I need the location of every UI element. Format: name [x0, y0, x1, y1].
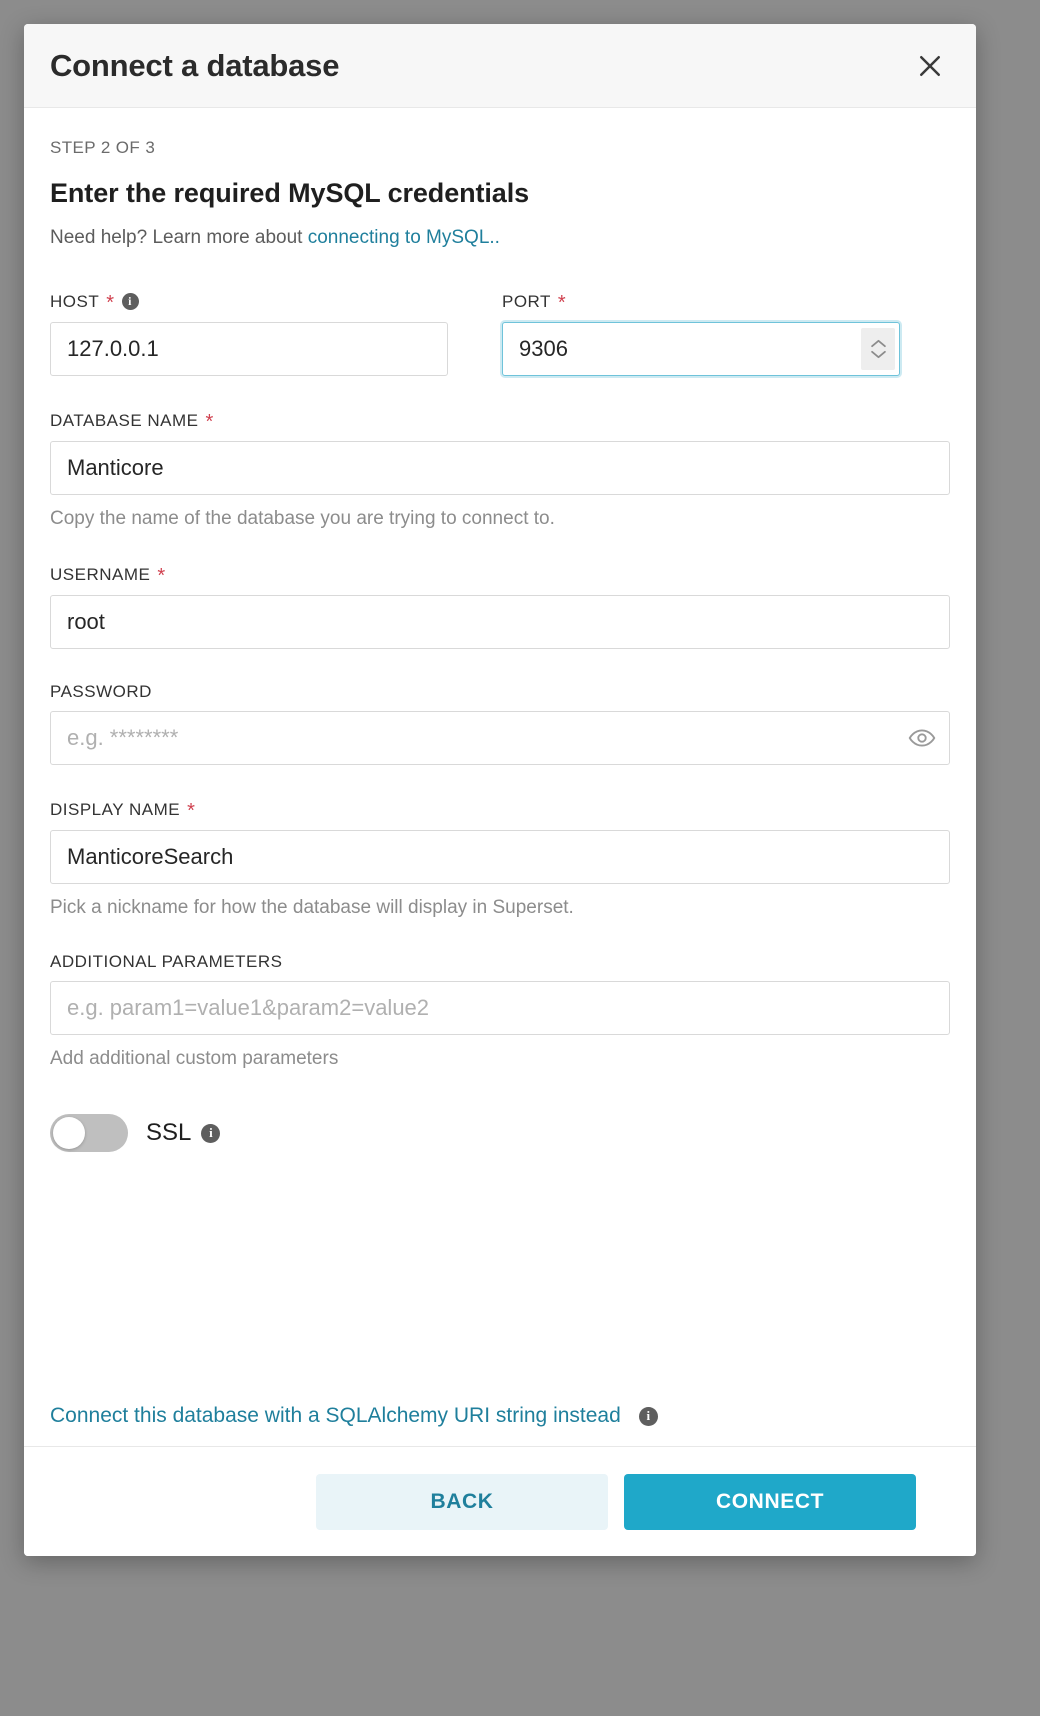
additional-parameters-label-text: ADDITIONAL PARAMETERS: [50, 953, 282, 970]
port-label-text: PORT: [502, 293, 551, 310]
display-name-label: DISPLAY NAME *: [50, 799, 950, 819]
connecting-to-mysql-link[interactable]: connecting to MySQL..: [308, 227, 500, 248]
port-required-marker: *: [558, 293, 566, 313]
eye-icon: [908, 724, 936, 752]
sqlalchemy-info-icon[interactable]: i: [639, 1407, 658, 1426]
host-input[interactable]: [50, 322, 448, 376]
chevron-down-icon[interactable]: [871, 350, 886, 359]
password-field-group: PASSWORD: [50, 683, 950, 765]
password-input[interactable]: [50, 711, 950, 765]
help-line: Need help? Learn more about connecting t…: [50, 227, 950, 249]
host-label: HOST * i: [50, 291, 448, 311]
back-button[interactable]: BACK: [316, 1474, 608, 1530]
username-input[interactable]: [50, 595, 950, 649]
port-input[interactable]: [502, 322, 900, 376]
password-label-text: PASSWORD: [50, 683, 152, 700]
sqlalchemy-row: Connect this database with a SQLAlchemy …: [50, 1404, 658, 1428]
modal-body: STEP 2 OF 3 Enter the required MySQL cre…: [24, 108, 976, 1446]
connect-button[interactable]: CONNECT: [624, 1474, 916, 1530]
username-label: USERNAME *: [50, 564, 950, 584]
database-name-helper: Copy the name of the database you are tr…: [50, 508, 950, 530]
password-label: PASSWORD: [50, 683, 950, 700]
sqlalchemy-uri-link[interactable]: Connect this database with a SQLAlchemy …: [50, 1404, 621, 1428]
toggle-password-visibility-button[interactable]: [908, 724, 936, 752]
step-indicator: STEP 2 OF 3: [50, 138, 950, 158]
close-button[interactable]: [910, 46, 950, 86]
display-name-required-marker: *: [187, 801, 195, 821]
database-name-label: DATABASE NAME *: [50, 410, 950, 430]
chevron-up-icon[interactable]: [871, 339, 886, 348]
database-name-label-text: DATABASE NAME: [50, 412, 199, 429]
host-info-icon[interactable]: i: [122, 293, 139, 310]
port-input-wrapper: [502, 322, 900, 376]
modal-footer: BACK CONNECT: [24, 1446, 976, 1556]
close-icon: [915, 51, 945, 81]
additional-parameters-helper: Add additional custom parameters: [50, 1048, 950, 1070]
ssl-label: SSL i: [146, 1119, 220, 1147]
host-label-text: HOST: [50, 293, 99, 310]
display-name-helper: Pick a nickname for how the database wil…: [50, 897, 950, 919]
display-name-field-group: DISPLAY NAME * Pick a nickname for how t…: [50, 799, 950, 919]
username-label-text: USERNAME: [50, 566, 150, 583]
database-name-required-marker: *: [206, 412, 214, 432]
database-name-field-group: DATABASE NAME * Copy the name of the dat…: [50, 410, 950, 530]
ssl-row: SSL i: [50, 1114, 950, 1152]
ssl-toggle-knob: [53, 1117, 85, 1149]
host-field-group: HOST * i: [50, 291, 448, 376]
ssl-info-icon[interactable]: i: [201, 1124, 220, 1143]
password-input-wrapper: [50, 711, 950, 765]
additional-parameters-field-group: ADDITIONAL PARAMETERS Add additional cus…: [50, 953, 950, 1070]
ssl-toggle[interactable]: [50, 1114, 128, 1152]
display-name-input[interactable]: [50, 830, 950, 884]
host-required-marker: *: [106, 293, 114, 313]
page-title: Connect a database: [50, 48, 339, 84]
username-field-group: USERNAME *: [50, 564, 950, 649]
host-port-row: HOST * i PORT *: [50, 291, 950, 376]
display-name-label-text: DISPLAY NAME: [50, 801, 180, 818]
connect-database-modal: Connect a database STEP 2 OF 3 Enter the…: [24, 24, 976, 1556]
step-heading: Enter the required MySQL credentials: [50, 178, 950, 209]
port-field-group: PORT *: [502, 291, 900, 376]
database-name-input[interactable]: [50, 441, 950, 495]
port-label: PORT *: [502, 291, 900, 311]
port-stepper[interactable]: [861, 328, 895, 370]
modal-header: Connect a database: [24, 24, 976, 108]
username-required-marker: *: [157, 566, 165, 586]
ssl-label-text: SSL: [146, 1119, 191, 1147]
help-prefix-text: Need help? Learn more about: [50, 227, 308, 248]
additional-parameters-label: ADDITIONAL PARAMETERS: [50, 953, 950, 970]
additional-parameters-input[interactable]: [50, 981, 950, 1035]
